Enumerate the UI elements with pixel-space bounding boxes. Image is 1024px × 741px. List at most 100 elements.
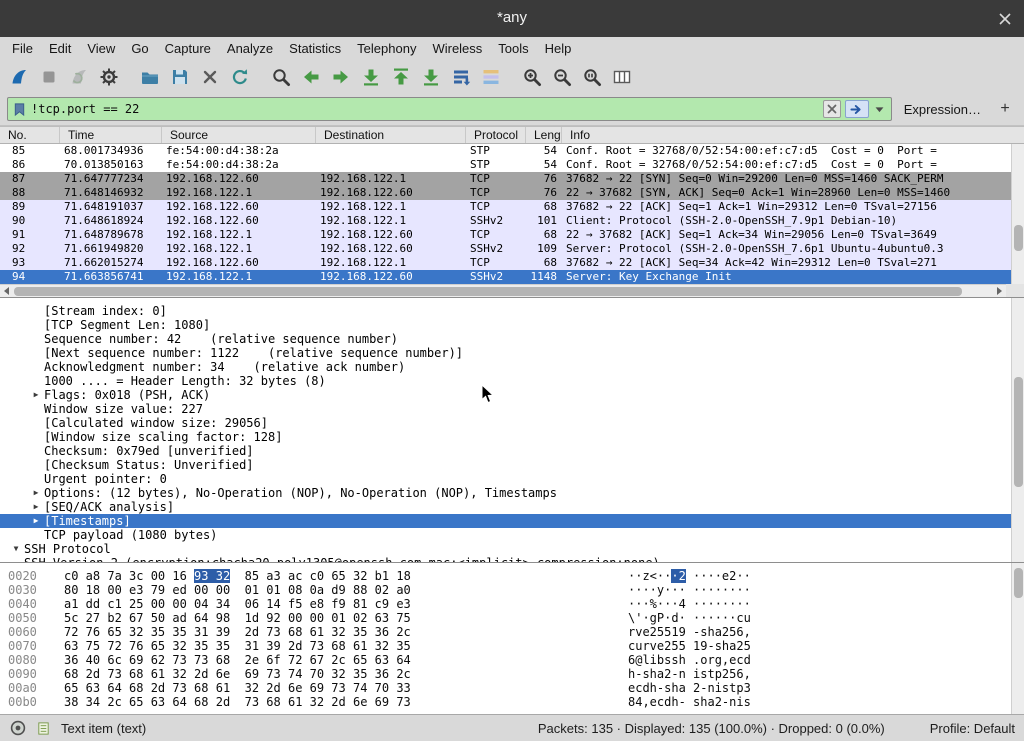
column-header-source[interactable]: Source [162, 127, 316, 143]
go-forward-icon[interactable] [327, 63, 355, 91]
column-header-dest[interactable]: Destination [316, 127, 466, 143]
filter-add-button[interactable]: + [993, 100, 1017, 118]
packet-row-89[interactable]: 8971.648191037192.168.122.60192.168.122.… [0, 200, 1011, 214]
detail-line[interactable]: Window size value: 227 [0, 402, 1011, 416]
menu-go[interactable]: Go [123, 39, 156, 58]
packet-row-92[interactable]: 9271.661949820192.168.122.1192.168.122.6… [0, 242, 1011, 256]
column-header-time[interactable]: Time [60, 127, 162, 143]
menu-telephony[interactable]: Telephony [349, 39, 424, 58]
detail-line[interactable]: Acknowledgment number: 34 (relative ack … [0, 360, 1011, 374]
detail-line[interactable]: ▶[SEQ/ACK analysis] [0, 500, 1011, 514]
hex-row-00a0[interactable]: 00a065 63 64 68 2d 73 68 61 32 2d 6e 69 … [0, 681, 1024, 695]
packet-row-85[interactable]: 8568.001734936fe:54:00:d4:38:2aSTP54Conf… [0, 144, 1011, 158]
packet-list-hscrollbar[interactable] [0, 284, 1006, 297]
hex-row-0050[interactable]: 00505c 27 b2 67 50 ad 64 98 1d 92 00 00 … [0, 611, 1024, 625]
detail-line[interactable]: TCP payload (1080 bytes) [0, 528, 1011, 542]
hex-row-0040[interactable]: 0040a1 dd c1 25 00 00 04 34 06 14 f5 e8 … [0, 597, 1024, 611]
expand-icon[interactable]: ▶ [28, 515, 44, 527]
packet-row-86[interactable]: 8670.013850163fe:54:00:d4:38:2aSTP54Conf… [0, 158, 1011, 172]
scroll-left-icon[interactable] [0, 285, 13, 297]
expand-icon[interactable]: ▶ [28, 501, 44, 513]
menu-edit[interactable]: Edit [41, 39, 79, 58]
packet-row-88[interactable]: 8871.648146932192.168.122.1192.168.122.6… [0, 186, 1011, 200]
detail-line[interactable]: ▶Flags: 0x018 (PSH, ACK) [0, 388, 1011, 402]
capture-start-icon[interactable] [5, 63, 33, 91]
packet-row-90[interactable]: 9071.648618924192.168.122.60192.168.122.… [0, 214, 1011, 228]
status-profile[interactable]: Profile: Default [930, 721, 1015, 736]
column-header-no[interactable]: No. [0, 127, 60, 143]
menu-statistics[interactable]: Statistics [281, 39, 349, 58]
scrollbar-thumb[interactable] [1014, 225, 1023, 251]
hex-row-0020[interactable]: 0020c0 a8 7a 3c 00 16 93 32 85 a3 ac c0 … [0, 569, 1024, 583]
details-scrollbar[interactable] [1011, 298, 1024, 562]
column-header-info[interactable]: Info [562, 127, 1024, 143]
menu-capture[interactable]: Capture [157, 39, 219, 58]
colorize-icon[interactable] [477, 63, 505, 91]
detail-line[interactable]: [Calculated window size: 29056] [0, 416, 1011, 430]
resize-columns-icon[interactable] [608, 63, 636, 91]
packet-row-91[interactable]: 9171.648789678192.168.122.1192.168.122.6… [0, 228, 1011, 242]
file-open-icon[interactable] [136, 63, 164, 91]
auto-scroll-icon[interactable] [447, 63, 475, 91]
packet-list-scrollbar[interactable] [1011, 144, 1024, 284]
menu-help[interactable]: Help [537, 39, 580, 58]
go-first-icon[interactable] [387, 63, 415, 91]
menu-analyze[interactable]: Analyze [219, 39, 281, 58]
filter-bookmark-icon[interactable] [12, 102, 27, 117]
capture-stop-icon[interactable] [35, 63, 63, 91]
packet-row-93[interactable]: 9371.662015274192.168.122.60192.168.122.… [0, 256, 1011, 270]
zoom-original-icon[interactable] [578, 63, 606, 91]
packet-row-94[interactable]: 9471.663856741192.168.122.1192.168.122.6… [0, 270, 1011, 284]
detail-line[interactable]: Urgent pointer: 0 [0, 472, 1011, 486]
column-header-length[interactable]: Length [526, 127, 562, 143]
expression-button[interactable]: Expression… [892, 102, 993, 117]
reload-icon[interactable] [226, 63, 254, 91]
hex-row-0060[interactable]: 006072 76 65 32 35 35 31 39 2d 73 68 61 … [0, 625, 1024, 639]
find-packet-icon[interactable] [267, 63, 295, 91]
scroll-right-icon[interactable] [993, 285, 1006, 297]
detail-line[interactable]: [Window size scaling factor: 128] [0, 430, 1011, 444]
file-close-icon[interactable] [196, 63, 224, 91]
filter-clear-icon[interactable] [823, 100, 841, 118]
zoom-out-icon[interactable] [548, 63, 576, 91]
expand-icon[interactable]: ▶ [28, 487, 44, 499]
detail-line[interactable]: [TCP Segment Len: 1080] [0, 318, 1011, 332]
window-close-button[interactable] [992, 6, 1018, 32]
menu-tools[interactable]: Tools [490, 39, 536, 58]
capture-options-icon[interactable] [95, 63, 123, 91]
scrollbar-thumb[interactable] [1014, 377, 1023, 487]
scrollbar-thumb[interactable] [1014, 568, 1023, 598]
packet-row-87[interactable]: 8771.647777234192.168.122.60192.168.122.… [0, 172, 1011, 186]
menu-view[interactable]: View [79, 39, 123, 58]
detail-line[interactable]: 1000 .... = Header Length: 32 bytes (8) [0, 374, 1011, 388]
detail-line[interactable]: [Next sequence number: 1122 (relative se… [0, 346, 1011, 360]
hex-row-0090[interactable]: 009068 2d 73 68 61 32 2d 6e 69 73 74 70 … [0, 667, 1024, 681]
go-back-icon[interactable] [297, 63, 325, 91]
column-header-protocol[interactable]: Protocol [466, 127, 526, 143]
zoom-in-icon[interactable] [518, 63, 546, 91]
detail-line[interactable]: [Stream index: 0] [0, 304, 1011, 318]
menu-wireless[interactable]: Wireless [424, 39, 490, 58]
detail-line[interactable]: ▼SSH Protocol [0, 542, 1011, 556]
detail-line[interactable]: Checksum: 0x79ed [unverified] [0, 444, 1011, 458]
detail-line[interactable]: Sequence number: 42 (relative sequence n… [0, 332, 1011, 346]
hex-row-0070[interactable]: 007063 75 72 76 65 32 35 35 31 39 2d 73 … [0, 639, 1024, 653]
filter-apply-icon[interactable] [845, 100, 869, 118]
filter-dropdown-icon[interactable] [873, 100, 887, 118]
expert-info-icon[interactable] [9, 720, 26, 737]
expand-icon[interactable]: ▶ [28, 389, 44, 401]
detail-line[interactable]: ▶[Timestamps] [0, 514, 1011, 528]
hex-row-0030[interactable]: 003080 18 00 e3 79 ed 00 00 01 01 08 0a … [0, 583, 1024, 597]
detail-line[interactable]: [Checksum Status: Unverified] [0, 458, 1011, 472]
go-to-packet-icon[interactable] [357, 63, 385, 91]
bytes-scrollbar[interactable] [1011, 563, 1024, 714]
collapse-icon[interactable]: ▼ [8, 543, 24, 555]
detail-line[interactable]: ▶Options: (12 bytes), No-Operation (NOP)… [0, 486, 1011, 500]
hex-row-00b0[interactable]: 00b038 34 2c 65 63 64 68 2d 73 68 61 32 … [0, 695, 1024, 709]
hex-row-0080[interactable]: 008036 40 6c 69 62 73 73 68 2e 6f 72 67 … [0, 653, 1024, 667]
file-save-icon[interactable] [166, 63, 194, 91]
capture-comment-icon[interactable] [35, 720, 52, 737]
display-filter-input[interactable]: !tcp.port == 22 [7, 97, 892, 121]
menu-file[interactable]: File [4, 39, 41, 58]
scrollbar-thumb[interactable] [14, 287, 962, 296]
